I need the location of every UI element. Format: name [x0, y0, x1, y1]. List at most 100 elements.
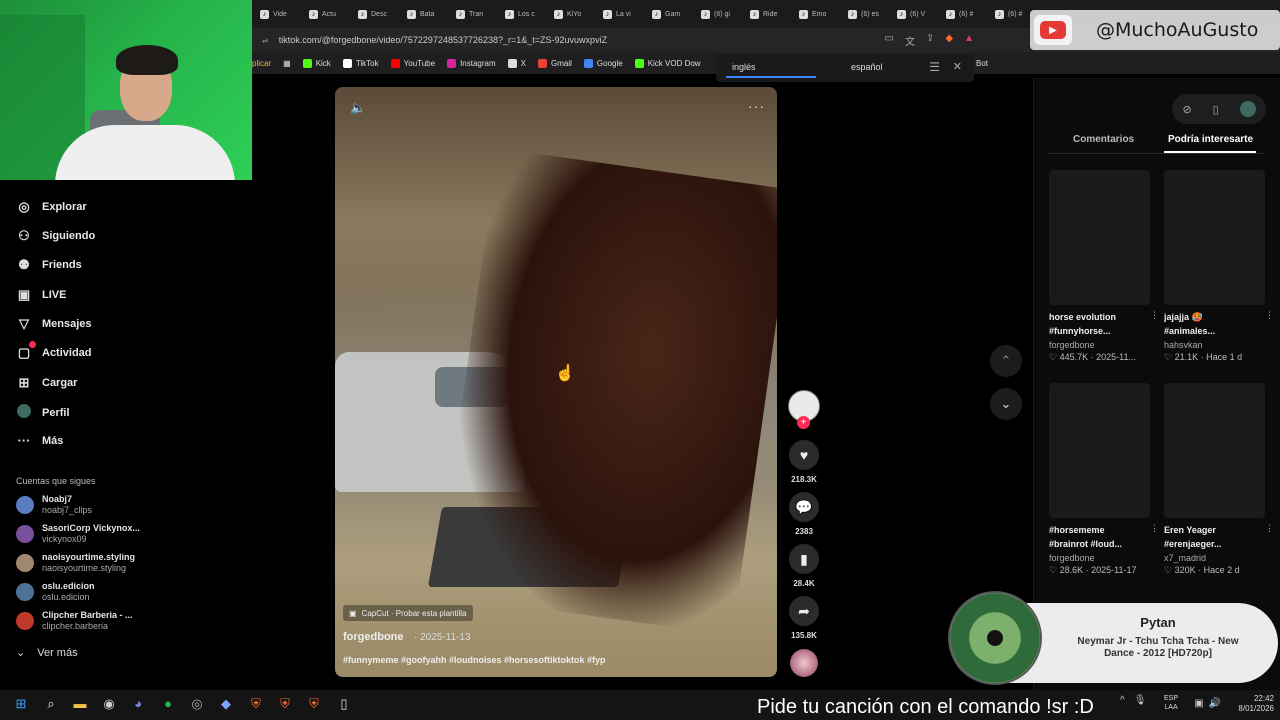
site-info-icon[interactable]: ⇌: [262, 36, 269, 45]
brave-browser-icon-3[interactable]: ⛨: [305, 695, 323, 713]
card-menu-icon[interactable]: ⋮: [1150, 310, 1159, 321]
browser-tab[interactable]: ♪ Actu: [309, 3, 349, 25]
followed-account[interactable]: Noabj7 noabj7_clips: [16, 494, 92, 516]
brave-browser-icon[interactable]: ⛨: [247, 695, 265, 713]
browser-tab[interactable]: ♪ Ride: [750, 3, 790, 25]
follow-plus-icon[interactable]: +: [797, 416, 810, 429]
spotify-icon[interactable]: ●: [159, 695, 177, 713]
user-avatar[interactable]: [1239, 101, 1256, 117]
browser-tab[interactable]: ♪ (6) es: [848, 3, 888, 25]
bookmark-partial[interactable]: plicar: [252, 59, 271, 68]
recommended-video-card[interactable]: horse evolution #funnyhorse... forgedbone ♡…: [1049, 310, 1159, 363]
apps-grid-icon[interactable]: ▦: [283, 59, 291, 68]
bookmark-item[interactable]: Gmail: [538, 58, 572, 68]
bookmark-item[interactable]: Google: [583, 58, 623, 68]
sidebar-item-perfil[interactable]: Perfil: [16, 404, 70, 421]
bookmark-item[interactable]: Kick VOD Dow: [634, 58, 701, 68]
sidebar-item-más[interactable]: ··· Más: [16, 433, 64, 448]
document-icon[interactable]: ▯: [335, 695, 353, 713]
browser-tab[interactable]: ♪ (6) V: [897, 3, 937, 25]
phone-icon[interactable]: ▯: [1213, 103, 1219, 116]
browser-tab[interactable]: ♪ (6) gi: [701, 3, 741, 25]
sidebar-item-explorar[interactable]: ◎ Explorar: [16, 199, 86, 215]
bookmark-item[interactable]: YouTube: [390, 58, 435, 68]
bookmark-icon[interactable]: ▮: [789, 544, 819, 574]
video-thumbnail[interactable]: [1164, 383, 1265, 518]
next-video-button[interactable]: ⌄: [990, 388, 1022, 420]
browser-tab[interactable]: ♪ Bata: [407, 3, 447, 25]
capcut-template-link[interactable]: ▣ CapCut · Probar esta plantilla: [343, 605, 473, 621]
heart-icon[interactable]: ♥: [789, 440, 819, 470]
volume-icon[interactable]: 🔈: [350, 100, 366, 116]
browser-tab[interactable]: ♪ Emo: [799, 3, 839, 25]
brave-browser-icon-2[interactable]: ⛨: [276, 695, 294, 713]
browser-tab[interactable]: ♪ Tran: [456, 3, 496, 25]
share-icon[interactable]: ⇪: [926, 33, 934, 48]
translate-to-tab[interactable]: español: [851, 62, 883, 72]
video-hashtags[interactable]: #funnymeme #goofyahh #loudnoises #horses…: [343, 655, 606, 665]
steam-icon[interactable]: ◎: [188, 695, 206, 713]
browser-tab[interactable]: ♪ Vide: [260, 3, 300, 25]
windows-start-icon[interactable]: ⊞: [12, 695, 30, 713]
file-explorer-icon[interactable]: ▬: [71, 695, 89, 713]
language-indicator[interactable]: ESP LAA: [1164, 694, 1178, 712]
like-action[interactable]: ♥ 218.3K: [789, 440, 819, 484]
save-action[interactable]: ▮ 28.4K: [789, 544, 819, 588]
followed-account[interactable]: Clipcher Barberia - ... clipcher.barberia: [16, 610, 133, 632]
menu-icon[interactable]: ☰: [929, 60, 940, 74]
compass-small-icon[interactable]: ⊘: [1182, 103, 1191, 116]
comment-icon[interactable]: 💬: [789, 492, 819, 522]
music-disc-icon[interactable]: [790, 649, 818, 677]
browser-tab[interactable]: ♪ KiYo: [554, 3, 594, 25]
bookmark-item[interactable]: X: [507, 58, 526, 68]
bookmark-item[interactable]: Instagram: [447, 58, 496, 68]
translate-icon[interactable]: 文: [905, 33, 915, 48]
followed-account[interactable]: oslu.edicion oslu.edicion: [16, 581, 95, 603]
search-icon[interactable]: ⌕: [42, 695, 60, 713]
card-menu-icon[interactable]: ⋮: [1150, 523, 1159, 534]
rewards-icon[interactable]: ▲: [964, 33, 974, 48]
chevron-up-icon[interactable]: ^: [1120, 695, 1125, 706]
video-thumbnail[interactable]: [1049, 383, 1150, 518]
video-thumbnail[interactable]: [1164, 170, 1265, 305]
close-icon[interactable]: ✕: [953, 60, 962, 73]
app-diamond-icon[interactable]: ◆: [217, 695, 235, 713]
see-more-link[interactable]: ⌄ Ver más: [16, 646, 78, 660]
browser-tab[interactable]: ♪ Los c: [505, 3, 545, 25]
browser-tab[interactable]: ♪ Desc: [358, 3, 398, 25]
tab-comments[interactable]: Comentarios: [1073, 134, 1134, 145]
sidebar-item-live[interactable]: ▣ LIVE: [16, 287, 67, 303]
screen-icon[interactable]: ▭: [885, 33, 894, 48]
browser-tab[interactable]: ♪ Gam: [652, 3, 692, 25]
translate-from-tab[interactable]: inglés: [732, 62, 756, 72]
sidebar-item-actividad[interactable]: ▢ Actividad: [16, 341, 92, 361]
bookmark-bot[interactable]: Bot: [976, 59, 988, 68]
followed-account[interactable]: SasoriCorp Vickynox... vickynox09: [16, 523, 140, 545]
more-options-icon[interactable]: ···: [748, 98, 765, 114]
browser-tab[interactable]: ♪ (6) #: [995, 3, 1035, 25]
video-author[interactable]: forgedbone: [343, 631, 404, 643]
share-action[interactable]: ➦ 135.8K: [789, 596, 819, 640]
comment-action[interactable]: 💬 2383: [789, 492, 819, 536]
recommended-video-card[interactable]: jajajja 🥵 #animales... hahsvkan ♡ 21.1K · H…: [1164, 310, 1274, 363]
clock[interactable]: 22:42 8/01/2026: [1228, 694, 1274, 714]
microphone-icon[interactable]: 🎙: [1134, 695, 1147, 706]
video-thumbnail[interactable]: [1049, 170, 1150, 305]
bookmark-item[interactable]: TikTok: [342, 58, 379, 68]
volume-tray-icon[interactable]: 🔊: [1206, 695, 1224, 713]
card-menu-icon[interactable]: ⋮: [1265, 310, 1274, 321]
sidebar-item-friends[interactable]: ⚉ Friends: [16, 257, 82, 273]
sidebar-item-mensajes[interactable]: ▽ Mensajes: [16, 316, 92, 332]
url-text[interactable]: tiktok.com/@forgedbone/video/75722972485…: [279, 35, 607, 45]
sidebar-item-cargar[interactable]: ⊞ Cargar: [16, 375, 78, 391]
browser-tab[interactable]: ♪ (6) #: [946, 3, 986, 25]
followed-account[interactable]: naoisyourtime.styling naoisyourtime.styli…: [16, 552, 135, 574]
recommended-video-card[interactable]: #horsememe #brainrot #loud... forgedbone ♡ …: [1049, 523, 1159, 576]
discord-icon[interactable]: ◕: [129, 695, 147, 713]
card-menu-icon[interactable]: ⋮: [1265, 523, 1274, 534]
previous-video-button[interactable]: ⌃: [990, 345, 1022, 377]
recommended-video-card[interactable]: Eren Yeager #erenjaeger... x7_madrid ♡ 320K…: [1164, 523, 1274, 576]
brave-shield-icon[interactable]: ◆: [945, 33, 953, 48]
browser-tab[interactable]: ♪ La vi: [603, 3, 643, 25]
bookmark-item[interactable]: Kick: [302, 58, 331, 68]
